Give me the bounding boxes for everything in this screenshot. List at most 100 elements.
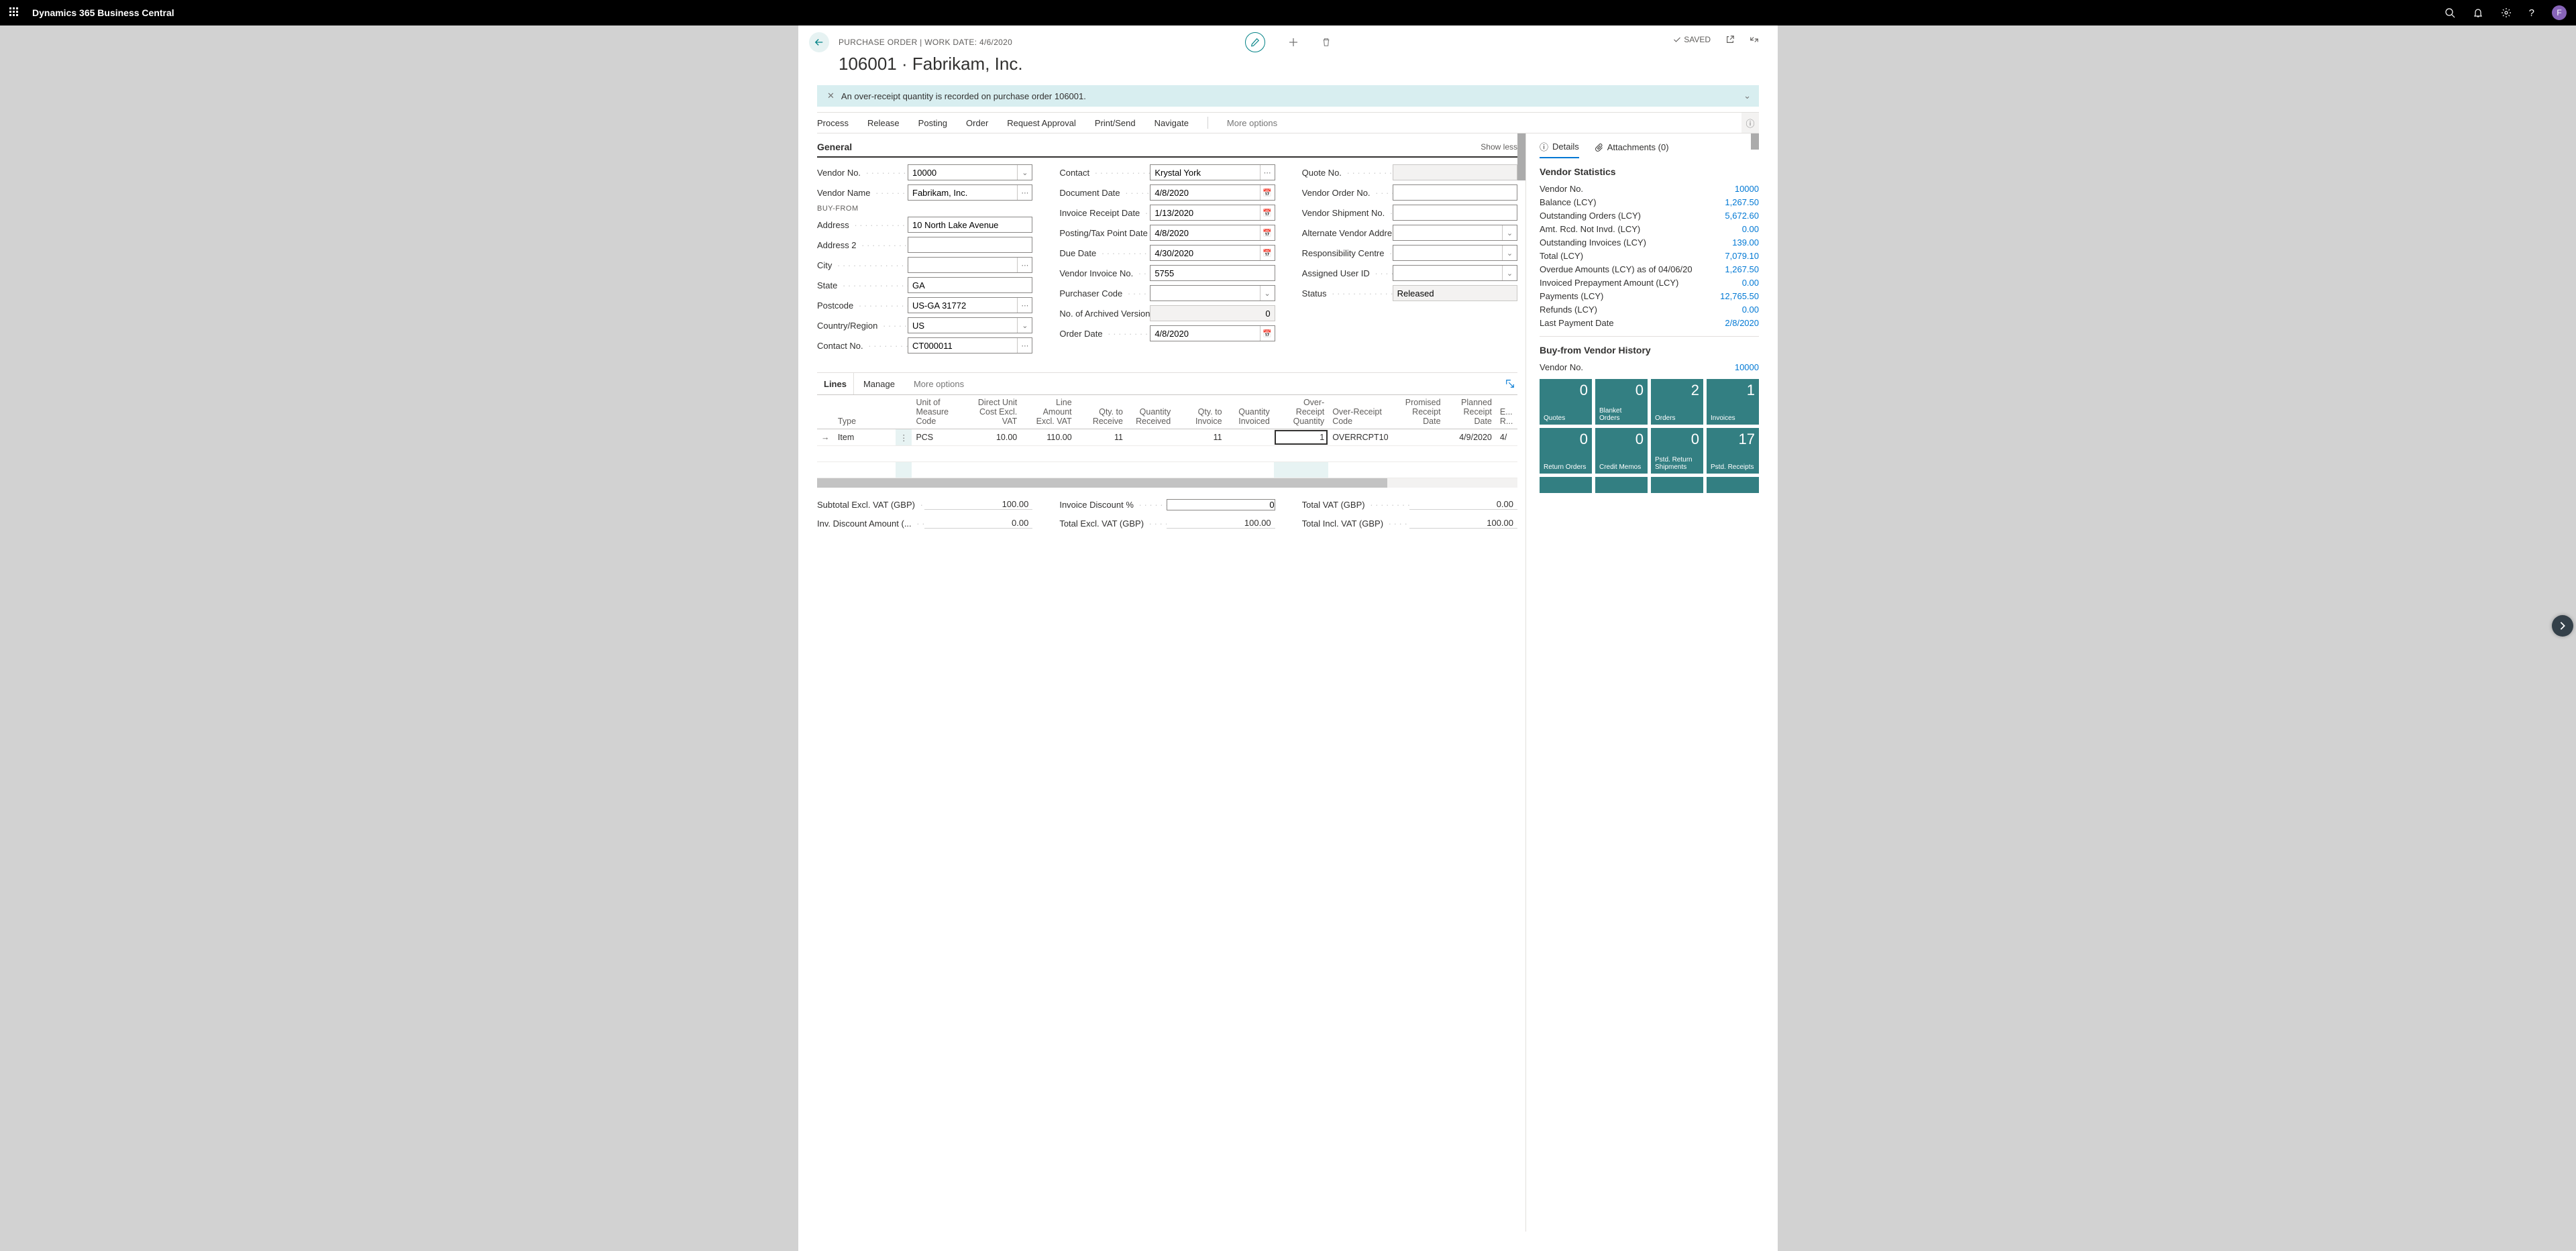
tile-blanket-orders[interactable]: 0Blanket Orders [1595,379,1648,425]
over-receipt-qty-input[interactable]: 1 [1275,430,1328,445]
contact-no-input[interactable]: ⋯ [908,337,1032,353]
close-icon[interactable]: ✕ [827,91,835,101]
col-qty-invoice[interactable]: Qty. to Invoice [1175,395,1226,429]
due-date-input[interactable]: 📅 [1150,245,1275,261]
dropdown-icon[interactable]: ⌄ [1502,266,1517,280]
ellipsis-icon[interactable]: ⋯ [1017,258,1032,272]
table-row[interactable]: → Item ⋮ PCS 10.00 110.00 11 11 1 OVERRC… [817,429,1517,446]
col-qty-invoiced[interactable]: Quantity Invoiced [1226,395,1274,429]
col-over-qty[interactable]: Over-Receipt Quantity [1274,395,1328,429]
ellipsis-icon[interactable]: ⋯ [1017,298,1032,313]
stat-value[interactable]: 1,267.50 [1725,197,1759,207]
col-promised[interactable]: Promised Receipt Date [1393,395,1444,429]
avatar[interactable]: F [2552,5,2567,20]
maximize-lines-icon[interactable] [1505,379,1515,388]
contact-input[interactable]: ⋯ [1150,164,1275,180]
action-request-approval[interactable]: Request Approval [1007,118,1076,128]
col-line-amt[interactable]: Line Amount Excl. VAT [1021,395,1075,429]
bell-icon[interactable] [2473,7,2483,18]
stat-value[interactable]: 10000 [1735,184,1759,194]
stat-value[interactable]: 12,765.50 [1720,291,1759,301]
calendar-icon[interactable]: 📅 [1260,326,1275,341]
general-section-title[interactable]: General Show less [817,142,1517,158]
action-print-send[interactable]: Print/Send [1095,118,1136,128]
vendor-no-input[interactable]: ⌄ [908,164,1032,180]
country-input[interactable]: ⌄ [908,317,1032,333]
stat-value[interactable]: 2/8/2020 [1725,318,1759,328]
inv-rcpt-date-input[interactable]: 📅 [1150,205,1275,221]
vendor-name-input[interactable]: ⋯ [908,184,1032,201]
tile-orders[interactable]: 2Orders [1651,379,1703,425]
alt-vendor-input[interactable]: ⌄ [1393,225,1517,241]
stat-value[interactable]: 7,079.10 [1725,251,1759,261]
assigned-user-input[interactable]: ⌄ [1393,265,1517,281]
col-qty-receive[interactable]: Qty. to Receive [1076,395,1127,429]
table-row[interactable] [817,462,1517,478]
stat-value[interactable]: 0.00 [1742,305,1759,315]
vendor-ship-no-input[interactable] [1393,205,1517,221]
action-release[interactable]: Release [867,118,900,128]
stat-value[interactable]: 0.00 [1742,278,1759,288]
action-order[interactable]: Order [966,118,988,128]
table-row[interactable] [817,446,1517,462]
lines-tab[interactable]: Lines [817,373,854,394]
col-uom[interactable]: Unit of Measure Code [912,395,966,429]
tile[interactable] [1540,477,1592,493]
col-ext[interactable]: E... R... [1496,395,1517,429]
stat-value[interactable]: 1,267.50 [1725,264,1759,274]
doc-date-input[interactable]: 📅 [1150,184,1275,201]
tile-return-orders[interactable]: 0Return Orders [1540,428,1592,474]
dropdown-icon[interactable]: ⌄ [1017,165,1032,180]
tile[interactable] [1651,477,1703,493]
calendar-icon[interactable]: 📅 [1260,225,1275,240]
col-type[interactable]: Type [834,395,896,429]
calendar-icon[interactable]: 📅 [1260,246,1275,260]
buy-from-history-heading[interactable]: Buy-from Vendor History [1540,345,1759,356]
col-unit-cost[interactable]: Direct Unit Cost Excl. VAT [967,395,1021,429]
lines-more[interactable]: More options [904,379,973,389]
vendor-inv-no-input[interactable] [1150,265,1275,281]
ellipsis-icon[interactable]: ⋯ [1017,338,1032,353]
back-button[interactable] [809,32,829,52]
stat-value[interactable]: 0.00 [1742,224,1759,234]
dropdown-icon[interactable]: ⌄ [1502,225,1517,240]
dropdown-icon[interactable]: ⌄ [1502,246,1517,260]
tab-attachments[interactable]: Attachments (0) [1595,140,1669,158]
info-icon[interactable]: ⓘ [1741,113,1759,133]
lines-manage[interactable]: Manage [854,379,904,389]
tile[interactable] [1707,477,1759,493]
dropdown-icon[interactable]: ⌄ [1017,318,1032,333]
calendar-icon[interactable]: 📅 [1260,205,1275,220]
stat-value[interactable]: 10000 [1735,362,1759,372]
vendor-statistics-heading[interactable]: Vendor Statistics [1540,166,1759,177]
help-icon[interactable]: ? [2529,7,2534,19]
stat-value[interactable]: 139.00 [1732,237,1759,248]
show-less-link[interactable]: Show less [1481,142,1517,152]
tile-credit-memos[interactable]: 0Credit Memos [1595,428,1648,474]
inv-disc-pct-input[interactable] [1167,500,1274,510]
tile-pstd-return-shipments[interactable]: 0Pstd. Return Shipments [1651,428,1703,474]
action-process[interactable]: Process [817,118,849,128]
stat-value[interactable]: 5,672.60 [1725,211,1759,221]
main-scrollbar[interactable] [1517,133,1525,180]
state-input[interactable] [908,277,1032,293]
ellipsis-icon[interactable]: ⋯ [1017,185,1032,200]
search-icon[interactable] [2445,7,2455,18]
col-planned[interactable]: Planned Receipt Date [1445,395,1496,429]
tile-invoices[interactable]: 1Invoices [1707,379,1759,425]
address-input[interactable] [908,217,1032,233]
posting-date-input[interactable]: 📅 [1150,225,1275,241]
col-over-code[interactable]: Over-Receipt Code [1328,395,1393,429]
factbox-scrollbar[interactable] [1751,133,1759,150]
chevron-down-icon[interactable]: ⌄ [1743,91,1751,101]
horizontal-scrollbar[interactable] [817,478,1517,488]
calendar-icon[interactable]: 📅 [1260,185,1275,200]
app-launcher-icon[interactable] [9,7,20,18]
vendor-order-no-input[interactable] [1393,184,1517,201]
action-more-options[interactable]: More options [1227,118,1277,128]
col-qty-received[interactable]: Quantity Received [1127,395,1175,429]
purchaser-code-input[interactable]: ⌄ [1150,285,1275,301]
action-navigate[interactable]: Navigate [1155,118,1189,128]
collapse-icon[interactable] [1750,35,1759,44]
next-record-button[interactable] [2552,615,2573,637]
